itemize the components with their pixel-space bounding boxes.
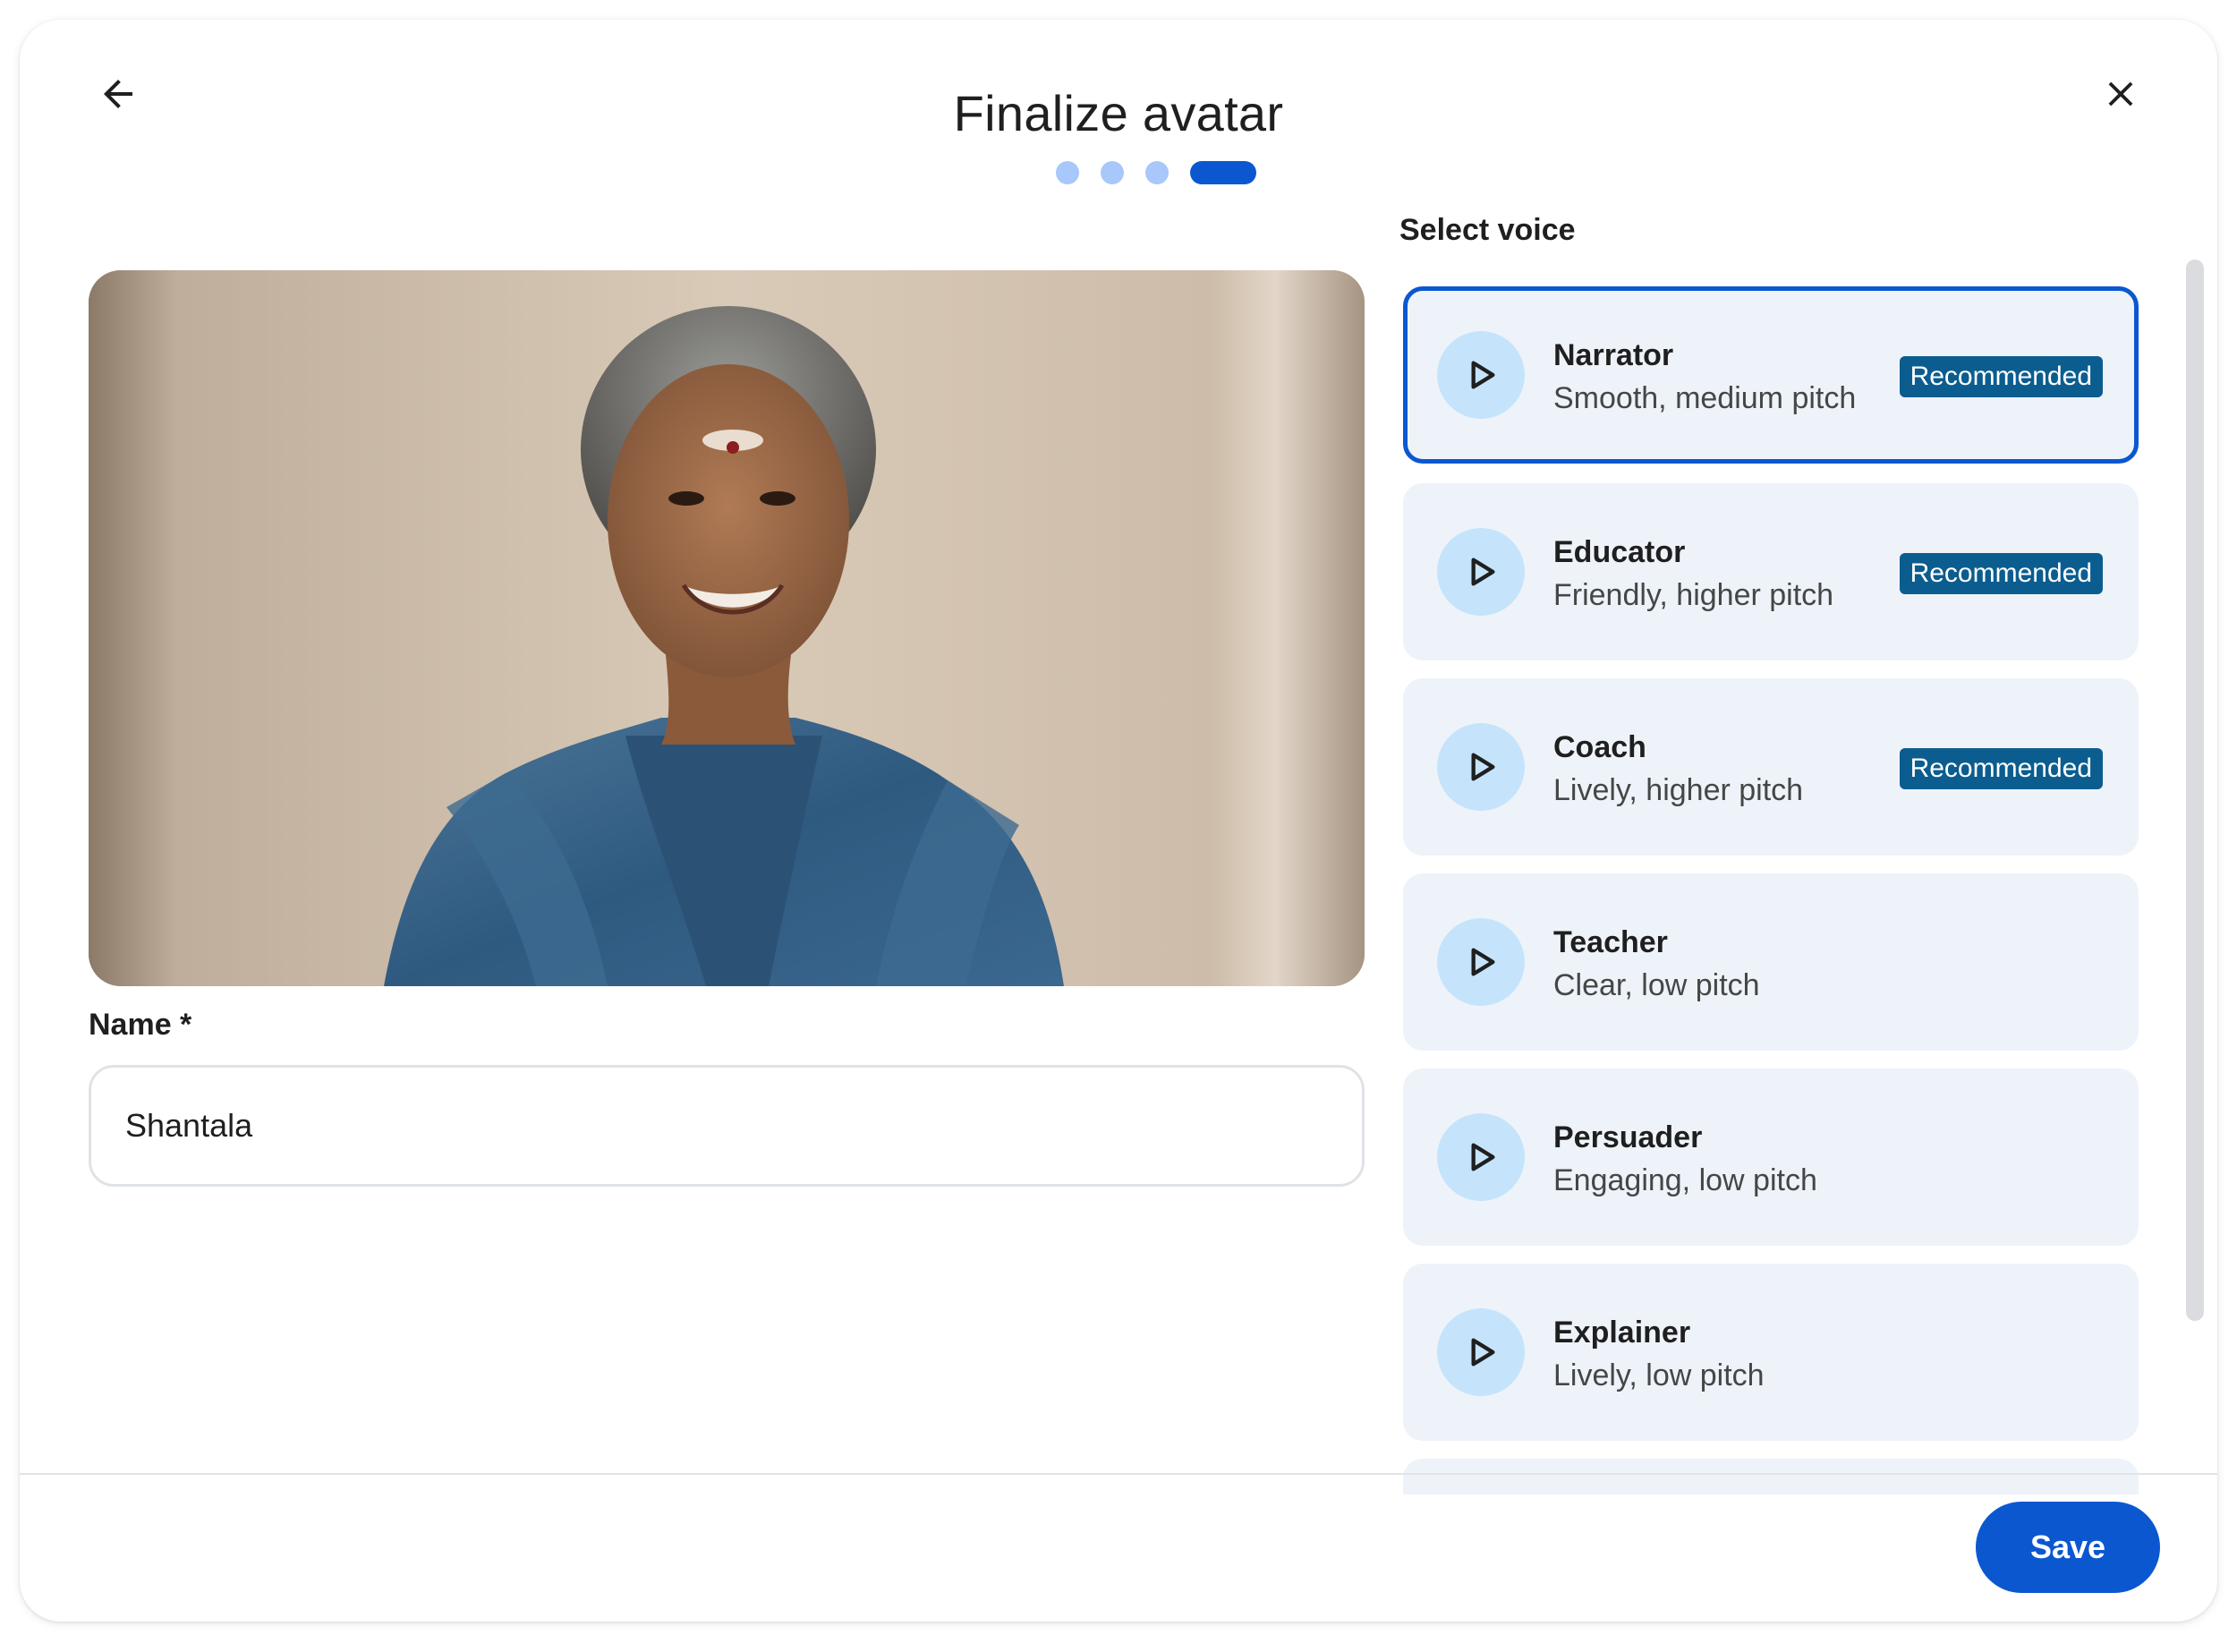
play-icon: [1471, 1143, 1495, 1171]
step-3-indicator: [1145, 161, 1169, 184]
voice-description: Lively, higher pitch: [1553, 773, 1804, 807]
play-button[interactable]: [1437, 1113, 1525, 1201]
name-input[interactable]: [89, 1065, 1365, 1187]
dialog-title: Finalize avatar: [953, 85, 1284, 141]
recommended-badge: Recommended: [1899, 356, 2103, 397]
voice-option-persuader[interactable]: Persuader Engaging, low pitch: [1403, 1069, 2139, 1246]
voice-description: Lively, low pitch: [1553, 1358, 1765, 1392]
name-field-label: Name *: [89, 1008, 192, 1042]
play-button[interactable]: [1437, 331, 1525, 419]
play-icon: [1471, 1338, 1495, 1367]
voice-name: Persuader: [1553, 1120, 1703, 1154]
step-4-indicator-active: [1190, 161, 1256, 184]
voice-description: Smooth, medium pitch: [1553, 381, 1857, 415]
close-button[interactable]: [2078, 51, 2164, 137]
select-voice-header: Select voice: [1399, 213, 1576, 247]
voice-option-educator[interactable]: Educator Friendly, higher pitch Recommen…: [1403, 483, 2139, 660]
voice-option-teacher[interactable]: Teacher Clear, low pitch: [1403, 873, 2139, 1051]
play-button[interactable]: [1437, 528, 1525, 616]
play-icon: [1471, 753, 1495, 781]
step-1-indicator: [1056, 161, 1079, 184]
voice-description: Friendly, higher pitch: [1553, 578, 1834, 612]
voice-description: Clear, low pitch: [1553, 968, 1760, 1002]
play-icon: [1471, 361, 1495, 389]
avatar-photo: [89, 270, 1365, 986]
voice-option-partial[interactable]: [1403, 1459, 2139, 1494]
recommended-badge: Recommended: [1899, 553, 2103, 594]
footer-divider: [20, 1473, 2217, 1475]
play-button[interactable]: [1437, 723, 1525, 811]
voice-option-explainer[interactable]: Explainer Lively, low pitch: [1403, 1264, 2139, 1441]
save-button[interactable]: Save: [1976, 1502, 2160, 1593]
play-button[interactable]: [1437, 918, 1525, 1006]
finalize-avatar-dialog: Finalize avatar Name * Shantala Select v…: [20, 20, 2217, 1622]
voice-option-narrator[interactable]: Narrator Smooth, medium pitch Recommende…: [1403, 286, 2139, 464]
play-button[interactable]: [1437, 1308, 1525, 1396]
play-icon: [1471, 948, 1495, 976]
close-icon: [2108, 81, 2133, 106]
voice-description: Engaging, low pitch: [1553, 1163, 1817, 1197]
voice-list: Narrator Smooth, medium pitch Recommende…: [1403, 265, 2139, 1494]
voice-name: Coach: [1553, 730, 1646, 764]
voice-option-coach[interactable]: Coach Lively, higher pitch Recommended: [1403, 678, 2139, 856]
recommended-badge: Recommended: [1899, 748, 2103, 789]
voice-name: Narrator: [1553, 338, 1674, 372]
voice-name: Teacher: [1553, 925, 1668, 959]
play-icon: [1471, 558, 1495, 586]
voice-list-scrollbar[interactable]: [2186, 260, 2204, 1321]
step-indicator: [20, 161, 2217, 184]
step-2-indicator: [1101, 161, 1124, 184]
voice-name: Educator: [1553, 535, 1686, 569]
voice-name: Explainer: [1553, 1316, 1691, 1350]
